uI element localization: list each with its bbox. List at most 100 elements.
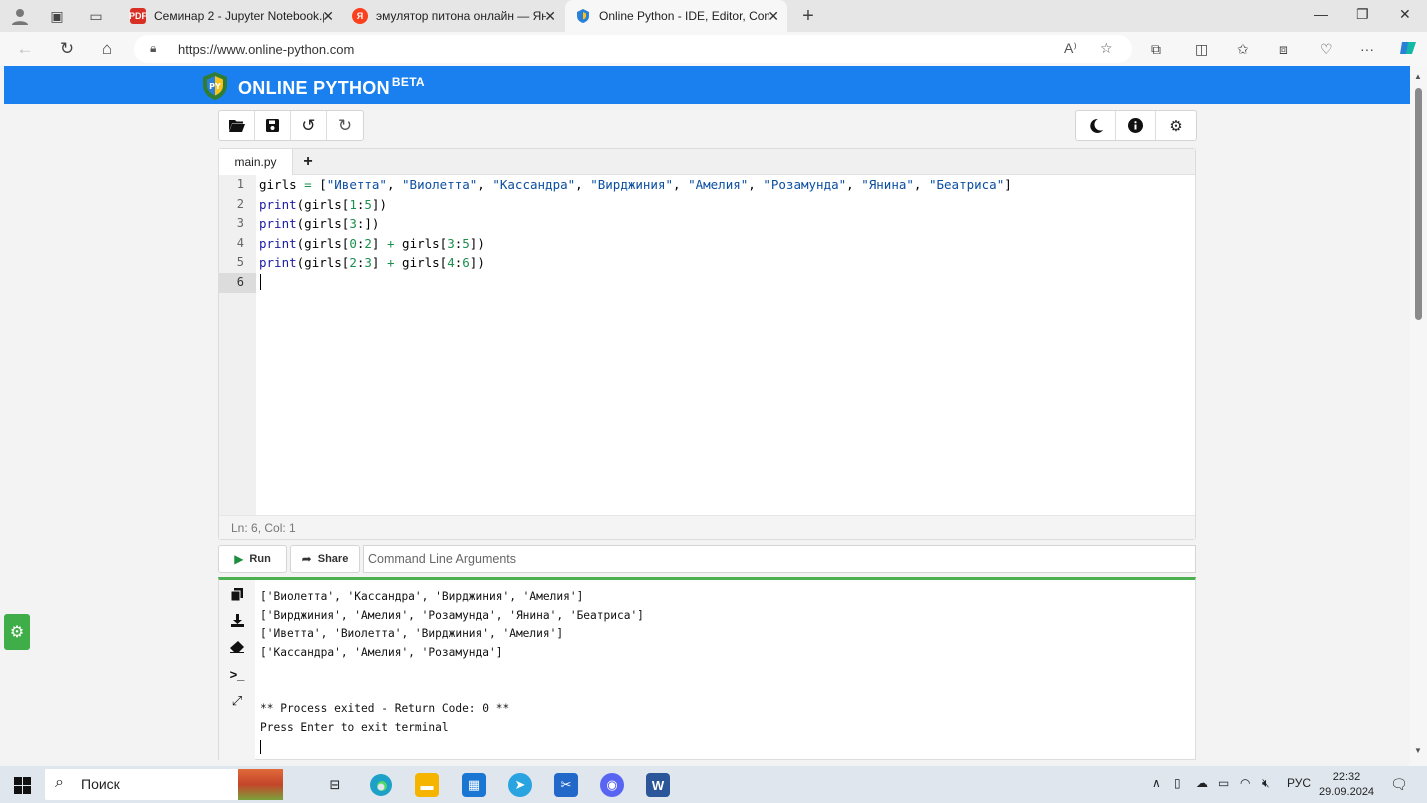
refresh-icon[interactable]: ↻ xyxy=(57,39,77,59)
page-viewport: PY ONLINE PYTHONBETA ↺ ↻ ⚙ main.py + 1 xyxy=(4,66,1410,766)
dark-mode-icon[interactable] xyxy=(1076,111,1116,140)
browser-tab-strip: ▣ ▭ PDF Семинар 2 - Jupyter Notebook.pdf… xyxy=(0,0,1427,32)
terminal-output-line: ['Кассандра', 'Амелия', 'Розамунда'] xyxy=(260,646,503,659)
tab-actions-icon[interactable]: ▭ xyxy=(86,6,106,26)
task-view-icon[interactable]: ⊟ xyxy=(323,773,347,797)
code-line: print(girls[2:3] + girls[4:6]) xyxy=(259,255,485,271)
line-number: 3 xyxy=(236,216,244,231)
windows-taskbar: ⌕ Поиск ⊟ ▬ ▦ ➤ ✂ ◉ W ∧ ▯ ☁ ▭ ◠ 🔇︎ РУС 2… xyxy=(0,766,1427,803)
windows-start-icon[interactable] xyxy=(10,773,34,797)
battery-icon[interactable]: ▭ xyxy=(1218,776,1229,790)
minimize-icon[interactable]: — xyxy=(1314,6,1328,22)
terminal-sidebar: >_ ⤢ xyxy=(219,580,255,760)
volume-muted-icon[interactable]: 🔇︎ xyxy=(1262,776,1270,791)
terminal-output-line: ['Вирджиния', 'Амелия', 'Розамунда', 'Ян… xyxy=(260,609,644,622)
file-explorer-icon[interactable]: ▬ xyxy=(415,773,439,797)
store-icon[interactable]: ▦ xyxy=(462,773,486,797)
discord-icon[interactable]: ◉ xyxy=(600,773,624,797)
share-icon: ➦ xyxy=(301,552,312,566)
scrollbar-thumb[interactable] xyxy=(1415,88,1422,320)
online-python-icon xyxy=(575,8,591,24)
input-language[interactable]: РУС xyxy=(1287,776,1311,790)
code-line: print(girls[1:5]) xyxy=(259,196,387,212)
terminal-cursor xyxy=(260,740,261,754)
info-icon[interactable] xyxy=(1116,111,1156,140)
word-icon[interactable]: W xyxy=(646,773,670,797)
tab-main-py[interactable]: main.py xyxy=(219,149,293,175)
expand-icon[interactable]: ⤢ xyxy=(219,691,255,711)
close-tab-icon[interactable]: ✕ xyxy=(544,8,556,25)
redo-icon[interactable]: ↻ xyxy=(327,111,363,140)
line-number: 4 xyxy=(236,235,244,250)
read-aloud-icon[interactable]: A⁾ xyxy=(1064,40,1077,57)
snipping-tool-icon[interactable]: ✂ xyxy=(554,773,578,797)
taskbar-search[interactable]: ⌕ Поиск xyxy=(45,769,283,800)
workspaces-icon[interactable]: ▣ xyxy=(47,6,67,26)
telegram-icon[interactable]: ➤ xyxy=(508,773,532,797)
command-line-args-input[interactable]: Command Line Arguments xyxy=(363,545,1196,573)
svg-text:PY: PY xyxy=(209,82,221,91)
code-line: print(girls[0:2] + girls[3:5]) xyxy=(259,235,485,251)
scroll-down-icon[interactable]: ▼ xyxy=(1414,746,1422,755)
editor-status: Ln: 6, Col: 1 xyxy=(219,515,1195,539)
terminal-output-line: ['Виолетта', 'Кассандра', 'Вирджиния', '… xyxy=(260,590,584,603)
show-hidden-icons-icon[interactable]: ∧ xyxy=(1152,776,1161,790)
tab-jupyter-pdf[interactable]: PDF Семинар 2 - Jupyter Notebook.pdf ✕ xyxy=(120,0,342,32)
line-number: 6 xyxy=(219,273,256,293)
play-icon: ▶ xyxy=(234,552,244,566)
copilot-icon[interactable] xyxy=(1398,38,1418,61)
close-tab-icon[interactable]: ✕ xyxy=(767,8,779,25)
terminal-output-line: ** Process exited - Return Code: 0 ** xyxy=(260,702,510,715)
home-icon[interactable]: ⌂ xyxy=(97,39,117,59)
floating-settings-button[interactable]: ⚙ xyxy=(4,614,30,650)
back-icon[interactable]: ← xyxy=(15,39,35,59)
copy-icon[interactable] xyxy=(219,584,255,604)
line-number-gutter: 1 2 3 4 5 6 xyxy=(219,175,256,515)
pdf-icon: PDF xyxy=(129,8,147,24)
extensions-icon[interactable]: ⧉ xyxy=(1151,41,1161,58)
wifi-icon[interactable]: ◠ xyxy=(1240,776,1250,790)
file-toolbar: ↺ ↻ xyxy=(218,110,364,141)
browser-essentials-icon[interactable]: ♡ xyxy=(1320,41,1333,58)
terminal[interactable]: >_ ⤢ ['Виолетта', 'Кассандра', 'Вирджини… xyxy=(218,577,1196,760)
eraser-icon[interactable] xyxy=(219,637,255,657)
tab-yandex-search[interactable]: Я эмулятор питона онлайн — Яндекс ✕ xyxy=(342,0,564,32)
split-screen-icon[interactable]: ◫ xyxy=(1195,41,1208,58)
code-editor[interactable]: main.py + 1 2 3 4 5 6 girls = ["Иветта",… xyxy=(218,148,1196,540)
favorites-icon[interactable]: ✩ xyxy=(1237,41,1249,58)
restore-icon[interactable]: ❐ xyxy=(1356,6,1369,23)
add-file-icon[interactable]: + xyxy=(293,149,323,175)
onedrive-icon[interactable]: ☁ xyxy=(1196,776,1208,790)
settings-toolbar: ⚙ xyxy=(1075,110,1197,141)
run-button[interactable]: ▶ Run xyxy=(218,545,287,573)
terminal-prompt-icon[interactable]: >_ xyxy=(219,664,255,684)
terminal-output-line: Press Enter to exit terminal xyxy=(260,721,449,734)
edge-icon[interactable] xyxy=(369,773,393,797)
beta-badge: BETA xyxy=(391,75,425,89)
close-tab-icon[interactable]: ✕ xyxy=(322,8,334,25)
tab-online-python[interactable]: Online Python - IDE, Editor, Compiler ✕ xyxy=(565,0,787,32)
url-field[interactable]: 🔒︎ https://www.online-python.com A⁾ ☆ xyxy=(134,35,1132,63)
more-menu-icon[interactable]: ··· xyxy=(1360,41,1374,57)
scroll-up-icon[interactable]: ▲ xyxy=(1414,72,1422,81)
share-button[interactable]: ➦ Share xyxy=(290,545,360,573)
new-tab-icon[interactable]: + xyxy=(798,5,818,27)
file-tabs: main.py + xyxy=(219,149,1195,175)
favorite-star-icon[interactable]: ☆ xyxy=(1100,40,1113,57)
download-icon[interactable] xyxy=(219,610,255,630)
open-folder-icon[interactable] xyxy=(219,111,255,140)
profile-icon[interactable] xyxy=(10,6,30,26)
undo-icon[interactable]: ↺ xyxy=(291,111,327,140)
page-scrollbar[interactable]: ▲ ▼ xyxy=(1410,66,1427,766)
taskbar-clock[interactable]: 22:32 29.09.2024 xyxy=(1319,770,1374,800)
notifications-icon[interactable]: 🗨︎ xyxy=(1390,776,1408,793)
settings-gears-icon[interactable]: ⚙ xyxy=(1156,111,1196,140)
save-icon[interactable] xyxy=(255,111,291,140)
yandex-icon: Я xyxy=(352,8,368,24)
collections-icon[interactable]: ⧈ xyxy=(1279,41,1288,58)
site-brand[interactable]: ONLINE PYTHON BETA xyxy=(238,75,425,99)
close-window-icon[interactable]: ✕ xyxy=(1399,6,1411,23)
battery-saver-icon[interactable]: ▯ xyxy=(1174,776,1181,790)
line-number: 2 xyxy=(236,196,244,211)
lock-icon: 🔒︎ xyxy=(150,41,157,55)
